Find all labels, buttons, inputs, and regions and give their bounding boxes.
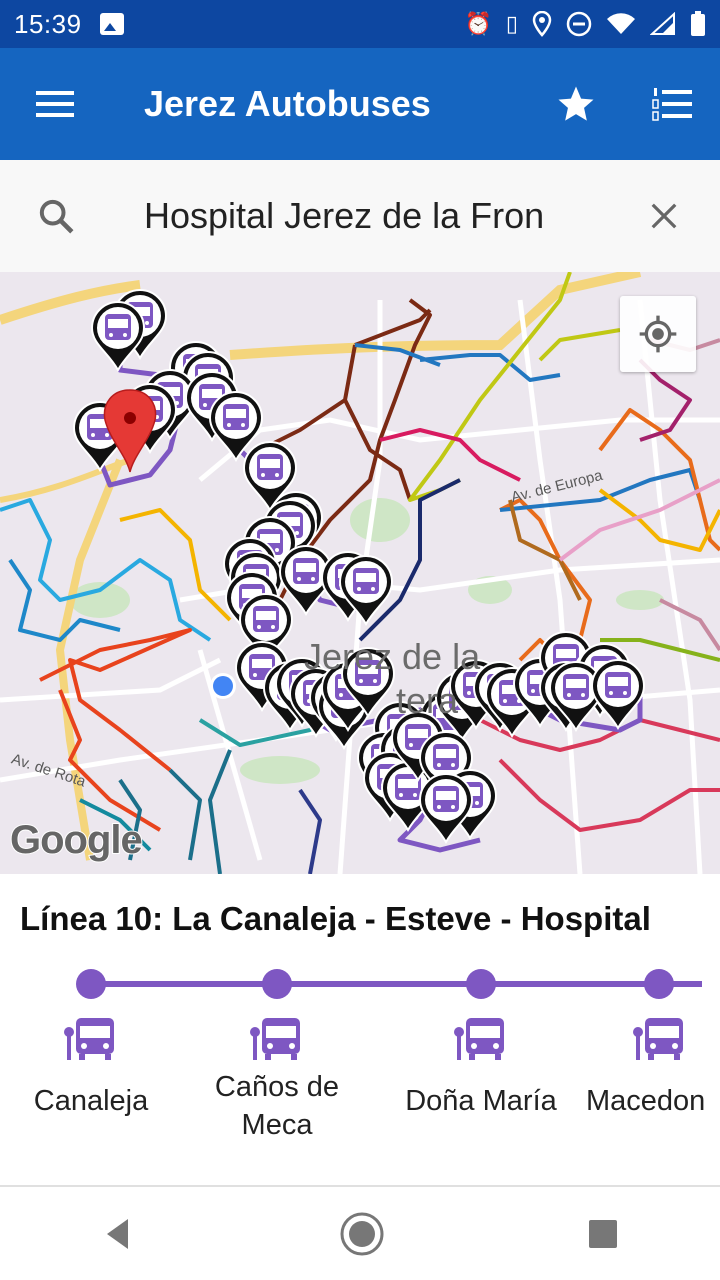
search-icon [39,199,74,234]
stop-name: Doña María [405,1085,557,1117]
close-icon [651,203,677,229]
dnd-icon [566,11,592,37]
recents-icon[interactable] [587,1218,619,1250]
timeline-dot [76,969,106,999]
favorites-button[interactable] [528,48,624,160]
home-icon[interactable] [339,1211,385,1257]
line-panel: Línea 10: La Canaleja - Esteve - Hospita… [0,874,720,1186]
menu-button[interactable] [0,48,112,160]
battery-icon [691,11,705,36]
numbered-list-icon [652,88,692,121]
status-icons: ⏰ ▯ [464,11,706,37]
location-icon [532,11,552,37]
stop-name: Macedon [586,1085,706,1117]
bus-stop-icon [454,1018,504,1060]
stops-timeline [76,969,702,999]
search-bar [0,160,720,272]
my-location-icon [639,315,677,353]
stop-name: Canaleja [33,1085,149,1117]
status-bar: 15:39 ⏰ ▯ [0,0,720,48]
stop-name: Caños de Meca [214,1071,340,1141]
clear-search-button[interactable] [608,160,720,272]
lines-list-button[interactable] [624,48,720,160]
system-nav-bar [0,1187,720,1280]
vibrate-icon: ▯ [505,11,518,36]
stop-item-canaleja[interactable]: Canaleja [0,1014,186,1120]
back-icon[interactable] [101,1216,137,1252]
bus-stop-marker[interactable] [90,301,146,373]
my-location-button[interactable] [620,296,696,372]
status-time: 15:39 [14,8,82,39]
map-canvas [0,272,720,874]
star-icon [558,86,594,121]
map-label-city-line-2: tera [396,680,459,721]
bus-stop-marker[interactable] [418,773,474,845]
stop-item-canos-de-meca[interactable]: Caños de Meca [182,1014,372,1144]
stop-item-macedonia[interactable]: Macedon [564,1014,720,1120]
app-title: Jerez Autobuses [144,83,431,124]
line-title: Línea 10: La Canaleja - Esteve - Hospita… [20,900,651,937]
map-view[interactable]: Av. de Europa Av. de Rota Jerez de la te… [0,272,720,874]
stop-item-dona-maria[interactable]: Doña María [386,1014,576,1120]
app-bar: Jerez Autobuses [0,48,720,160]
menu-icon [36,91,74,117]
timeline-dot [644,969,674,999]
bus-stop-icon [633,1018,683,1060]
search-input[interactable] [144,195,576,237]
google-logo: Google [9,817,144,863]
bus-stop-icon [250,1018,300,1060]
search-button[interactable] [0,160,112,272]
bus-stop-icon [64,1018,114,1060]
wifi-icon [607,13,635,35]
image-notification-icon [99,13,124,35]
map-label-city-line-1: Jerez de la [304,636,481,677]
timeline-dot [466,969,496,999]
signal-icon [650,12,675,35]
timeline-dot [262,969,292,999]
bus-stop-marker[interactable] [590,659,646,731]
alarm-icon: ⏰ [464,11,492,36]
